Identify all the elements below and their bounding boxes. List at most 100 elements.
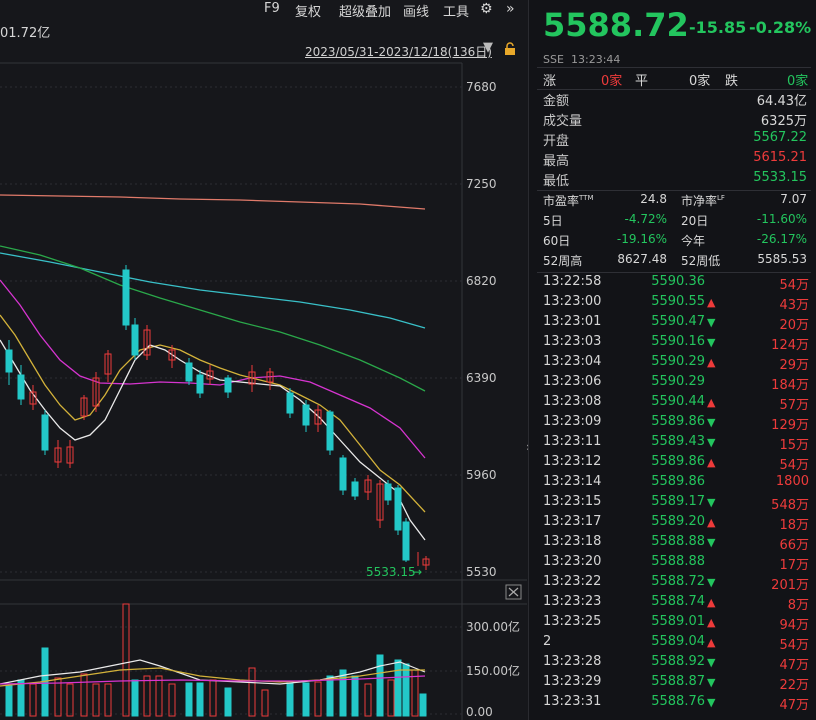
stat-value: 5615.21	[753, 150, 807, 165]
stat-label: 最低	[543, 174, 570, 189]
stat-value: 5533.15	[753, 170, 807, 185]
stat-label: 最高	[543, 154, 570, 169]
low-price-arrow: →	[412, 565, 422, 579]
tick-volume: 47万	[779, 698, 809, 713]
tick-row: 13:23:15 5589.17 ▼ 548万	[529, 494, 816, 514]
down-arrow-icon: ▼	[707, 696, 716, 709]
tick-row: 13:23:17 5589.20 ▲ 18万	[529, 514, 816, 534]
f9-button[interactable]: F9	[264, 1, 280, 16]
vol-tick-3: 0.00	[466, 705, 493, 719]
metric-row: 60日 -19.16% 今年 -26.17%	[529, 232, 816, 252]
caret-down-icon[interactable]: ▼	[483, 40, 493, 55]
stat-label: 开盘	[543, 134, 570, 149]
tick-row: 13:23:06 5590.29 184万	[529, 374, 816, 394]
gear-icon[interactable]: ⚙	[480, 1, 493, 17]
up-label: 涨	[543, 74, 557, 89]
metric-label: 52周高	[543, 254, 583, 268]
kline-chart[interactable]: 7680 7250 6820 6390 5960 5530 300.00亿 15…	[0, 0, 527, 720]
tick-volume: 1800	[775, 474, 809, 489]
tick-volume: 94万	[779, 618, 809, 633]
tick-time: 13:22:58	[543, 274, 602, 289]
y-tick-2: 7250	[466, 177, 497, 191]
tick-volume: 47万	[779, 658, 809, 673]
tick-volume: 18万	[779, 518, 809, 533]
tick-volume: 54万	[779, 458, 809, 473]
tick-row: 13:23:31 5588.76 ▼ 47万	[529, 694, 816, 714]
price-change: -15.85	[689, 18, 747, 37]
tick-row: 13:23:23 5588.74 ▲ 8万	[529, 594, 816, 614]
lock-icon[interactable]	[503, 42, 517, 56]
metric-value: 8627.48	[617, 252, 667, 266]
tick-price: 5589.86	[651, 454, 705, 469]
tick-volume: 129万	[771, 418, 809, 433]
tick-row: 13:23:14 5589.86 1800	[529, 474, 816, 494]
tools-button[interactable]: 工具	[443, 1, 469, 20]
stat-row: 最高 5615.21	[529, 150, 816, 170]
market-breadth: 涨 0家 平 0家 跌 0家	[529, 70, 816, 90]
tick-price: 5588.92	[651, 654, 705, 669]
metric-row: 52周高 8627.48 52周低 5585.53	[529, 252, 816, 272]
low-price-label: 5533.15	[366, 565, 416, 579]
price-change-percent: -0.28%	[749, 18, 812, 37]
y-tick-6: 5530	[466, 565, 497, 579]
tick-time: 13:23:18	[543, 534, 602, 549]
tick-time: 13:23:01	[543, 314, 602, 329]
flat-label: 平	[635, 74, 649, 89]
stat-label: 成交量	[543, 114, 583, 129]
down-arrow-icon: ▼	[707, 656, 716, 669]
down-arrow-icon: ▼	[707, 436, 716, 449]
tick-price: 5588.88	[651, 534, 705, 549]
vol-tick-1: 300.00亿	[466, 619, 520, 634]
tick-row: 13:23:25 5589.01 ▲ 94万	[529, 614, 816, 634]
exchange-code: SSE	[543, 53, 564, 66]
up-arrow-icon: ▲	[707, 456, 716, 469]
stat-row: 金额 64.43亿	[529, 90, 816, 110]
tick-volume: 17万	[779, 558, 809, 573]
tick-price: 5590.29	[651, 374, 705, 389]
tick-row: 2 5589.04 ▲ 54万	[529, 634, 816, 654]
tick-volume: 54万	[779, 638, 809, 653]
adjust-button[interactable]: 复权	[295, 1, 321, 20]
stat-label: 金额	[543, 94, 570, 109]
tick-price: 5589.43	[651, 434, 705, 449]
tick-volume: 184万	[771, 378, 809, 393]
tick-price: 5590.47	[651, 314, 705, 329]
y-tick-1: 7680	[466, 80, 497, 94]
tick-price: 5588.74	[651, 594, 705, 609]
up-arrow-icon: ▲	[707, 596, 716, 609]
tick-time: 13:23:04	[543, 354, 602, 369]
tick-volume: 15万	[779, 438, 809, 453]
metric-value: 7.07	[780, 192, 807, 206]
tick-price: 5590.44	[651, 394, 705, 409]
tick-volume: 8万	[787, 598, 809, 613]
date-range-link[interactable]: 2023/05/31-2023/12/18(136日)	[305, 43, 492, 60]
up-arrow-icon: ▲	[707, 616, 716, 629]
tick-time: 13:23:12	[543, 454, 602, 469]
draw-button[interactable]: 画线	[403, 1, 429, 20]
double-chevron-icon[interactable]: »	[506, 1, 515, 17]
tick-volume: 57万	[779, 398, 809, 413]
metric-label: 60日	[543, 234, 571, 248]
tick-price: 5589.86	[651, 414, 705, 429]
y-tick-4: 6390	[466, 371, 497, 385]
stat-value: 5567.22	[753, 130, 807, 145]
tick-volume: 43万	[779, 298, 809, 313]
tick-time: 13:23:25	[543, 614, 602, 629]
metric-value: 24.8	[640, 192, 667, 206]
tick-time: 13:23:09	[543, 414, 602, 429]
down-arrow-icon: ▼	[707, 536, 716, 549]
down-arrow-icon: ▼	[707, 676, 716, 689]
tick-row: 13:22:58 5590.36 54万	[529, 274, 816, 294]
metric-value: -4.72%	[624, 212, 667, 226]
flat-count: 0家	[689, 74, 711, 89]
tick-time: 13:23:00	[543, 294, 602, 309]
up-arrow-icon: ▲	[707, 516, 716, 529]
quote-time: 13:23:44	[571, 53, 621, 66]
tick-time: 13:23:11	[543, 434, 602, 449]
tick-price: 5590.16	[651, 334, 705, 349]
overlay-button[interactable]: 超级叠加	[339, 1, 391, 20]
metric-label: 5日	[543, 214, 563, 228]
tick-price: 5588.72	[651, 574, 705, 589]
down-arrow-icon: ▼	[707, 316, 716, 329]
tick-volume: 54万	[779, 278, 809, 293]
